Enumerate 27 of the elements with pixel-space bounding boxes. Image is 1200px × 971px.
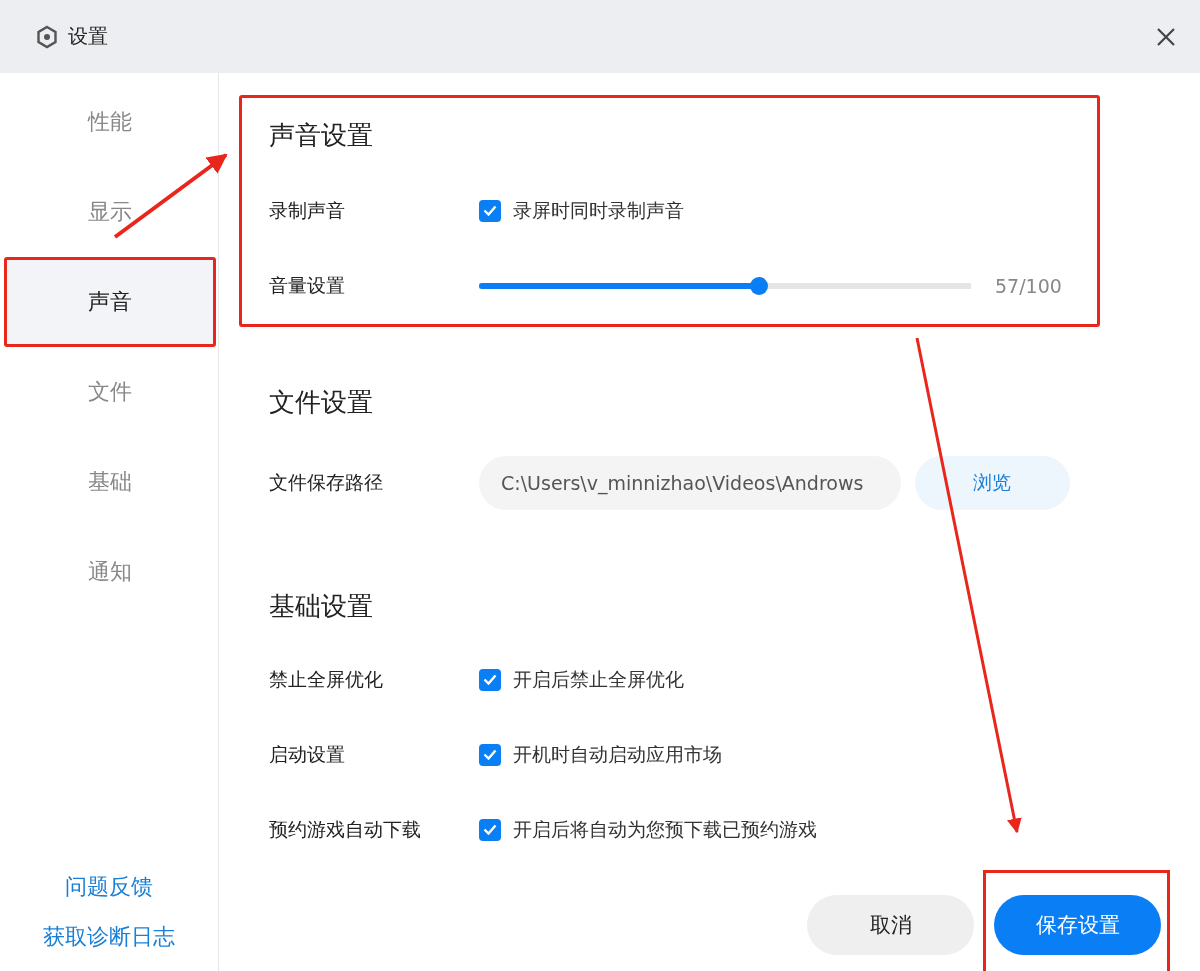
sidebar-item[interactable]: 通知	[4, 527, 216, 617]
setting-label: 录制声音	[269, 197, 346, 223]
sidebar-item[interactable]: 显示	[4, 167, 216, 257]
setting-label: 禁止全屏优化	[269, 666, 384, 692]
checkbox-label: 开启后禁止全屏优化	[513, 666, 684, 692]
checkbox-label: 开机时自动启动应用市场	[513, 741, 722, 767]
path-field[interactable]: C:\Users\v_minnizhao\Videos\Androws	[479, 456, 901, 510]
setting-label: 音量设置	[269, 273, 346, 298]
checkbox-label: 开启后将自动为您预下载已预约游戏	[513, 816, 817, 842]
checkbox-label: 录屏时同时录制声音	[513, 197, 684, 223]
sidebar-item[interactable]: 性能	[4, 77, 216, 167]
setting-label: 文件保存路径	[269, 470, 384, 495]
link[interactable]: 问题反馈	[65, 872, 153, 902]
link[interactable]: 获取诊断日志	[43, 922, 175, 952]
save-button[interactable]: 保存设置	[994, 895, 1161, 955]
sidebar-item[interactable]: 声音	[4, 257, 216, 347]
browse-button[interactable]: 浏览	[914, 456, 1070, 510]
setting-label: 启动设置	[269, 741, 346, 767]
sidebar-item[interactable]: 基础	[4, 437, 216, 527]
section-title: 基础设置	[269, 589, 374, 623]
section-title: 文件设置	[269, 385, 374, 419]
window-title: 设置	[68, 23, 109, 50]
volume-reading: 57/100	[995, 275, 1062, 297]
cancel-button[interactable]: 取消	[807, 895, 974, 955]
section-title: 声音设置	[269, 119, 374, 152]
sidebar-item[interactable]: 文件	[4, 347, 216, 437]
setting-label: 预约游戏自动下载	[269, 816, 422, 842]
